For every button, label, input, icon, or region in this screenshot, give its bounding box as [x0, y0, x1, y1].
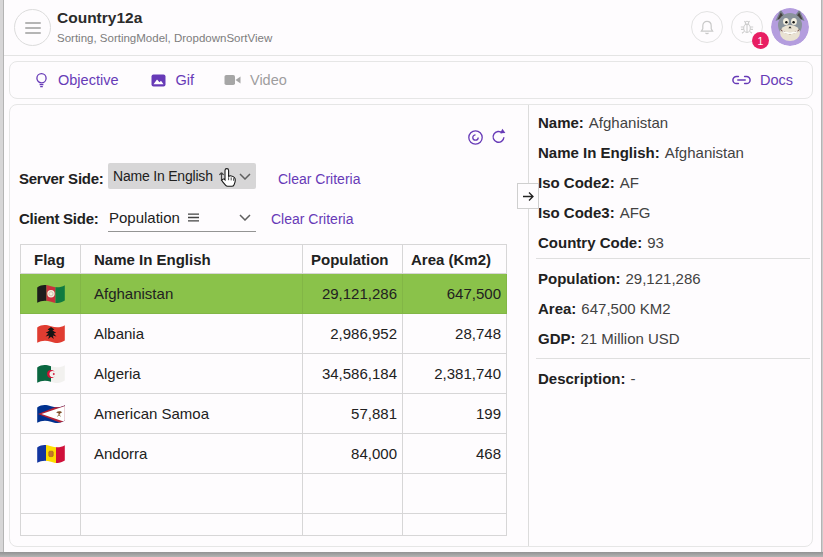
table-header-row: Flag Name In English Population Area (Km…: [21, 245, 507, 274]
docs-label: Docs: [760, 72, 793, 88]
gif-label: Gif: [175, 72, 194, 88]
details-divider-2: [536, 358, 810, 359]
gif-button[interactable]: Gif: [151, 72, 194, 88]
notifications-button[interactable]: [691, 11, 723, 43]
client-sort-value: Population: [109, 209, 180, 226]
table-row-algeria[interactable]: Algeria 34,586,184 2,381,740: [21, 354, 507, 394]
target-icon: [467, 129, 484, 146]
window-border-left-inner: [3, 0, 4, 557]
lightbulb-icon: [34, 72, 49, 88]
american-samoa-flag-icon: [36, 403, 66, 425]
chevron-down-icon: [239, 173, 251, 180]
page-subtitle: Sorting, SortingModel, DropdownSortView: [57, 32, 272, 44]
table-row-empty: [21, 474, 507, 514]
objective-label: Objective: [58, 72, 118, 88]
table-row-american-samoa[interactable]: American Samoa 57,881 199: [21, 394, 507, 434]
detail-name: Name:Afghanistan: [538, 108, 810, 138]
toolbar: Objective Gif Video Docs: [9, 61, 813, 99]
page-title: Country12a: [57, 9, 142, 27]
table-row-afghanistan[interactable]: Afghanistan 29,121,286 647,500: [21, 274, 507, 314]
col-name[interactable]: Name In English: [81, 245, 303, 274]
main-card: Server Side: Name In English Clear Crite…: [9, 104, 813, 547]
client-sort-dropdown[interactable]: Population: [108, 203, 256, 232]
refresh-icon: [490, 128, 507, 146]
detail-name-in-english: Name In English:Afghanistan: [538, 138, 810, 168]
video-icon: [224, 74, 241, 86]
details-divider-1: [536, 258, 810, 259]
col-population[interactable]: Population: [303, 245, 403, 274]
country-details-panel: Name:Afghanistan Name In English:Afghani…: [538, 108, 810, 394]
arrow-right-icon: [522, 191, 535, 202]
server-clear-criteria-link[interactable]: Clear Criteria: [278, 171, 360, 187]
center-focus-button[interactable]: [467, 129, 484, 150]
bug-icon: [739, 19, 755, 35]
video-label: Video: [250, 72, 287, 88]
panel-divider: [528, 105, 529, 546]
andorra-flag-icon: [36, 443, 66, 465]
link-icon: [732, 75, 751, 85]
chevron-down-icon: [239, 214, 251, 221]
col-flag[interactable]: Flag: [21, 245, 81, 274]
window-border-right-inner: [821, 0, 822, 557]
objective-button[interactable]: Objective: [34, 72, 118, 88]
detail-description: Description:-: [538, 364, 810, 394]
cat-avatar-icon: [771, 8, 809, 46]
detail-population: Population:29,121,286: [538, 264, 810, 294]
client-side-label: Client Side:: [19, 210, 99, 227]
window-border-bottom: [0, 552, 823, 557]
user-avatar[interactable]: [771, 8, 809, 46]
afghanistan-flag-icon: [36, 283, 66, 305]
table-row-empty-short: [21, 514, 507, 536]
bell-icon: [699, 19, 715, 36]
algeria-flag-icon: [36, 363, 66, 385]
table-row-albania[interactable]: Albania 2,986,952 28,748: [21, 314, 507, 354]
app-header: Country12a Sorting, SortingModel, Dropdo…: [0, 0, 823, 56]
image-icon: [151, 74, 166, 87]
refresh-button[interactable]: [490, 128, 507, 150]
detail-country-code: Country Code:93: [538, 228, 810, 258]
docs-button[interactable]: Docs: [732, 72, 793, 88]
albania-flag-icon: [36, 323, 66, 345]
detail-gdp: GDP:21 Million USD: [538, 324, 810, 354]
expand-panel-button[interactable]: [517, 183, 539, 209]
notification-badge: 1: [752, 32, 769, 49]
menu-button[interactable]: [14, 9, 51, 46]
server-side-label: Server Side:: [19, 170, 104, 187]
video-button[interactable]: Video: [224, 72, 287, 88]
client-clear-criteria-link[interactable]: Clear Criteria: [271, 211, 353, 227]
countries-table: Flag Name In English Population Area (Km…: [20, 244, 507, 536]
detail-area: Area:647,500 KM2: [538, 294, 810, 324]
sort-lines-icon: [187, 213, 200, 222]
detail-iso-code3: Iso Code3:AFG: [538, 198, 810, 228]
col-area[interactable]: Area (Km2): [403, 245, 507, 274]
table-row-andorra[interactable]: Andorra 84,000 468: [21, 434, 507, 474]
server-sort-value: Name In English: [113, 168, 213, 184]
detail-iso-code2: Iso Code2:AF: [538, 168, 810, 198]
mouse-cursor: [219, 167, 238, 193]
